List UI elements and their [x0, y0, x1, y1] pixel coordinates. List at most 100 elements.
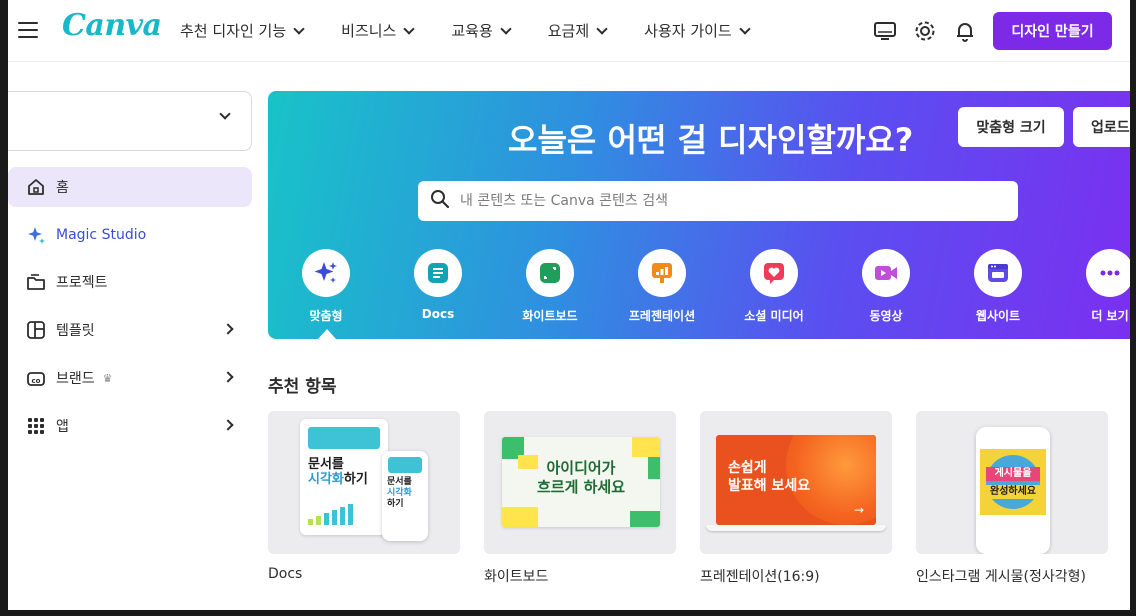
chevron-down-icon: [293, 22, 305, 35]
bell-icon[interactable]: [952, 18, 978, 44]
chevron-down-icon: [739, 22, 751, 35]
category-label: 더 보기: [1091, 309, 1129, 323]
card-thumbnail: 문서를 시각화하기 문서를 시각화 하기: [268, 411, 460, 554]
sidebar-item-templates[interactable]: 템플릿: [8, 310, 252, 350]
card-thumbnail: 손쉽게 발표해 보세요 →: [700, 411, 892, 554]
nav-label: 비즈니스: [341, 22, 397, 40]
chevron-right-icon: [222, 419, 234, 431]
doc-page-large: 문서를 시각화하기: [300, 419, 388, 535]
card-title: Docs: [268, 566, 303, 582]
video-icon: [862, 249, 910, 297]
sidebar-item-apps[interactable]: 앱: [8, 406, 252, 446]
card-thumbnail: 게시물을 완성하세요: [916, 411, 1108, 554]
post-text-2: 완성하세요: [982, 485, 1044, 499]
upload-button[interactable]: 업로드: [1073, 107, 1130, 147]
team-switcher[interactable]: [8, 91, 252, 151]
menu-icon[interactable]: [18, 22, 38, 38]
category-label: 소셜 미디어: [744, 309, 804, 323]
nav-pricing[interactable]: 요금제: [547, 20, 608, 41]
presentation-slide: 손쉽게 발표해 보세요 →: [716, 435, 876, 525]
design-card-whiteboard[interactable]: 아이디어가 흐르게 하세요 화이트보드: [484, 411, 676, 586]
sidebar-item-brand[interactable]: co 브랜드 ♛: [8, 358, 252, 398]
category-presentation[interactable]: 프레젠테이션: [617, 249, 707, 324]
category-whiteboard[interactable]: 화이트보드: [505, 249, 595, 324]
chevron-down-icon: [403, 22, 416, 35]
sidebar-item-label: 템플릿: [56, 323, 95, 339]
canva-logo[interactable]: Canva: [62, 8, 162, 43]
slide-text-1: 손쉽게: [728, 460, 767, 476]
category-docs[interactable]: Docs: [393, 249, 483, 321]
card-title: 인스타그램 게시물(정사각형): [916, 569, 1086, 585]
instagram-post-image: 게시물을 완성하세요: [980, 449, 1046, 515]
sidebar-item-label: 홈: [56, 180, 69, 196]
whiteboard-canvas: 아이디어가 흐르게 하세요: [502, 437, 660, 527]
card-thumbnail: 아이디어가 흐르게 하세요: [484, 411, 676, 554]
create-design-button[interactable]: 디자인 만들기: [993, 12, 1112, 50]
home-icon: [26, 177, 46, 197]
presentation-icon: [638, 249, 686, 297]
docs-icon: [414, 249, 462, 297]
category-website[interactable]: 웹사이트: [953, 249, 1043, 324]
doc-heading-highlight: 시각화: [308, 472, 344, 487]
whiteboard-text-2: 흐르게 하세요: [536, 478, 626, 496]
design-card-presentation[interactable]: 손쉽게 발표해 보세요 → 프레젠테이션(16:9): [700, 411, 892, 586]
chevron-down-icon: [596, 22, 608, 35]
gear-icon[interactable]: [912, 18, 938, 44]
hero-title: 오늘은 어떤 걸 디자인할까요?: [508, 121, 914, 159]
nav-label: 요금제: [547, 22, 590, 40]
canva-home-window: Canva 추천 디자인 기능 비즈니스 교육용 요금제 사용자 가이드 디자인…: [8, 0, 1130, 610]
svg-text:co: co: [32, 377, 41, 385]
sidebar-item-magic-studio[interactable]: Magic Studio: [8, 215, 252, 255]
top-nav: 추천 디자인 기능 비즈니스 교육용 요금제 사용자 가이드: [180, 20, 787, 41]
sidebar-item-label: 앱: [56, 419, 69, 435]
chevron-right-icon: [222, 371, 234, 383]
phone-heading-highlight: 시각화: [387, 488, 412, 498]
category-custom[interactable]: 맞춤형: [281, 249, 371, 324]
more-icon: [1086, 249, 1130, 297]
sidebar-item-label: Magic Studio: [56, 227, 147, 243]
chevron-down-icon: [219, 108, 231, 120]
design-card-instagram-post[interactable]: 게시물을 완성하세요 인스타그램 게시물(정사각형): [916, 411, 1108, 586]
doc-heading-2: 시각화하기: [308, 472, 388, 487]
category-label: 프레젠테이션: [628, 309, 696, 323]
category-label: 동영상: [869, 309, 903, 323]
desktop-app-icon[interactable]: [872, 18, 898, 44]
search-icon: [430, 189, 450, 213]
nav-featured[interactable]: 추천 디자인 기능: [180, 20, 305, 41]
category-video[interactable]: 동영상: [841, 249, 931, 324]
section-title-recommended: 추천 항목: [268, 377, 337, 397]
category-label: 화이트보드: [522, 309, 578, 323]
chevron-down-icon: [500, 22, 512, 35]
doc-header-image: [308, 427, 380, 449]
phone-heading-rest: 하기: [387, 499, 404, 509]
phone-mockup: 게시물을 완성하세요: [976, 427, 1050, 554]
sparkle-icon: [302, 249, 350, 297]
card-title: 화이트보드: [484, 569, 549, 585]
search-bar[interactable]: [418, 181, 1018, 221]
nav-education[interactable]: 교육용: [451, 20, 512, 41]
nav-business[interactable]: 비즈니스: [341, 20, 416, 41]
nav-user-guide[interactable]: 사용자 가이드: [644, 20, 751, 41]
category-label: 웹사이트: [975, 309, 1021, 323]
category-more[interactable]: 더 보기: [1065, 249, 1130, 324]
doc-phone-preview: 문서를 시각화 하기: [382, 451, 428, 541]
apps-grid-icon: [26, 416, 46, 436]
custom-size-button[interactable]: 맞춤형 크기: [958, 107, 1064, 147]
whiteboard-icon: [526, 249, 574, 297]
doc-heading-rest: 하기: [343, 472, 368, 487]
search-input[interactable]: [460, 193, 1000, 209]
post-text-1: 게시물을: [986, 467, 1040, 481]
chevron-right-icon: [222, 323, 234, 335]
folder-icon: [26, 272, 46, 292]
category-label: Docs: [421, 307, 455, 321]
sidebar-item-home[interactable]: 홈: [8, 167, 252, 207]
website-icon: [974, 249, 1022, 297]
template-icon: [26, 320, 46, 340]
design-card-docs[interactable]: 문서를 시각화하기 문서를 시각화 하기 Docs: [268, 411, 460, 582]
sidebar-item-projects[interactable]: 프로젝트: [8, 262, 252, 302]
doc-bar-chart: [308, 504, 353, 525]
category-label: 맞춤형: [309, 309, 343, 323]
crown-icon: ♛: [102, 371, 113, 385]
category-social-media[interactable]: 소셜 미디어: [729, 249, 819, 324]
hero-banner: 오늘은 어떤 걸 디자인할까요? 맞춤형 크기 업로드 맞춤형 Docs: [268, 91, 1130, 339]
